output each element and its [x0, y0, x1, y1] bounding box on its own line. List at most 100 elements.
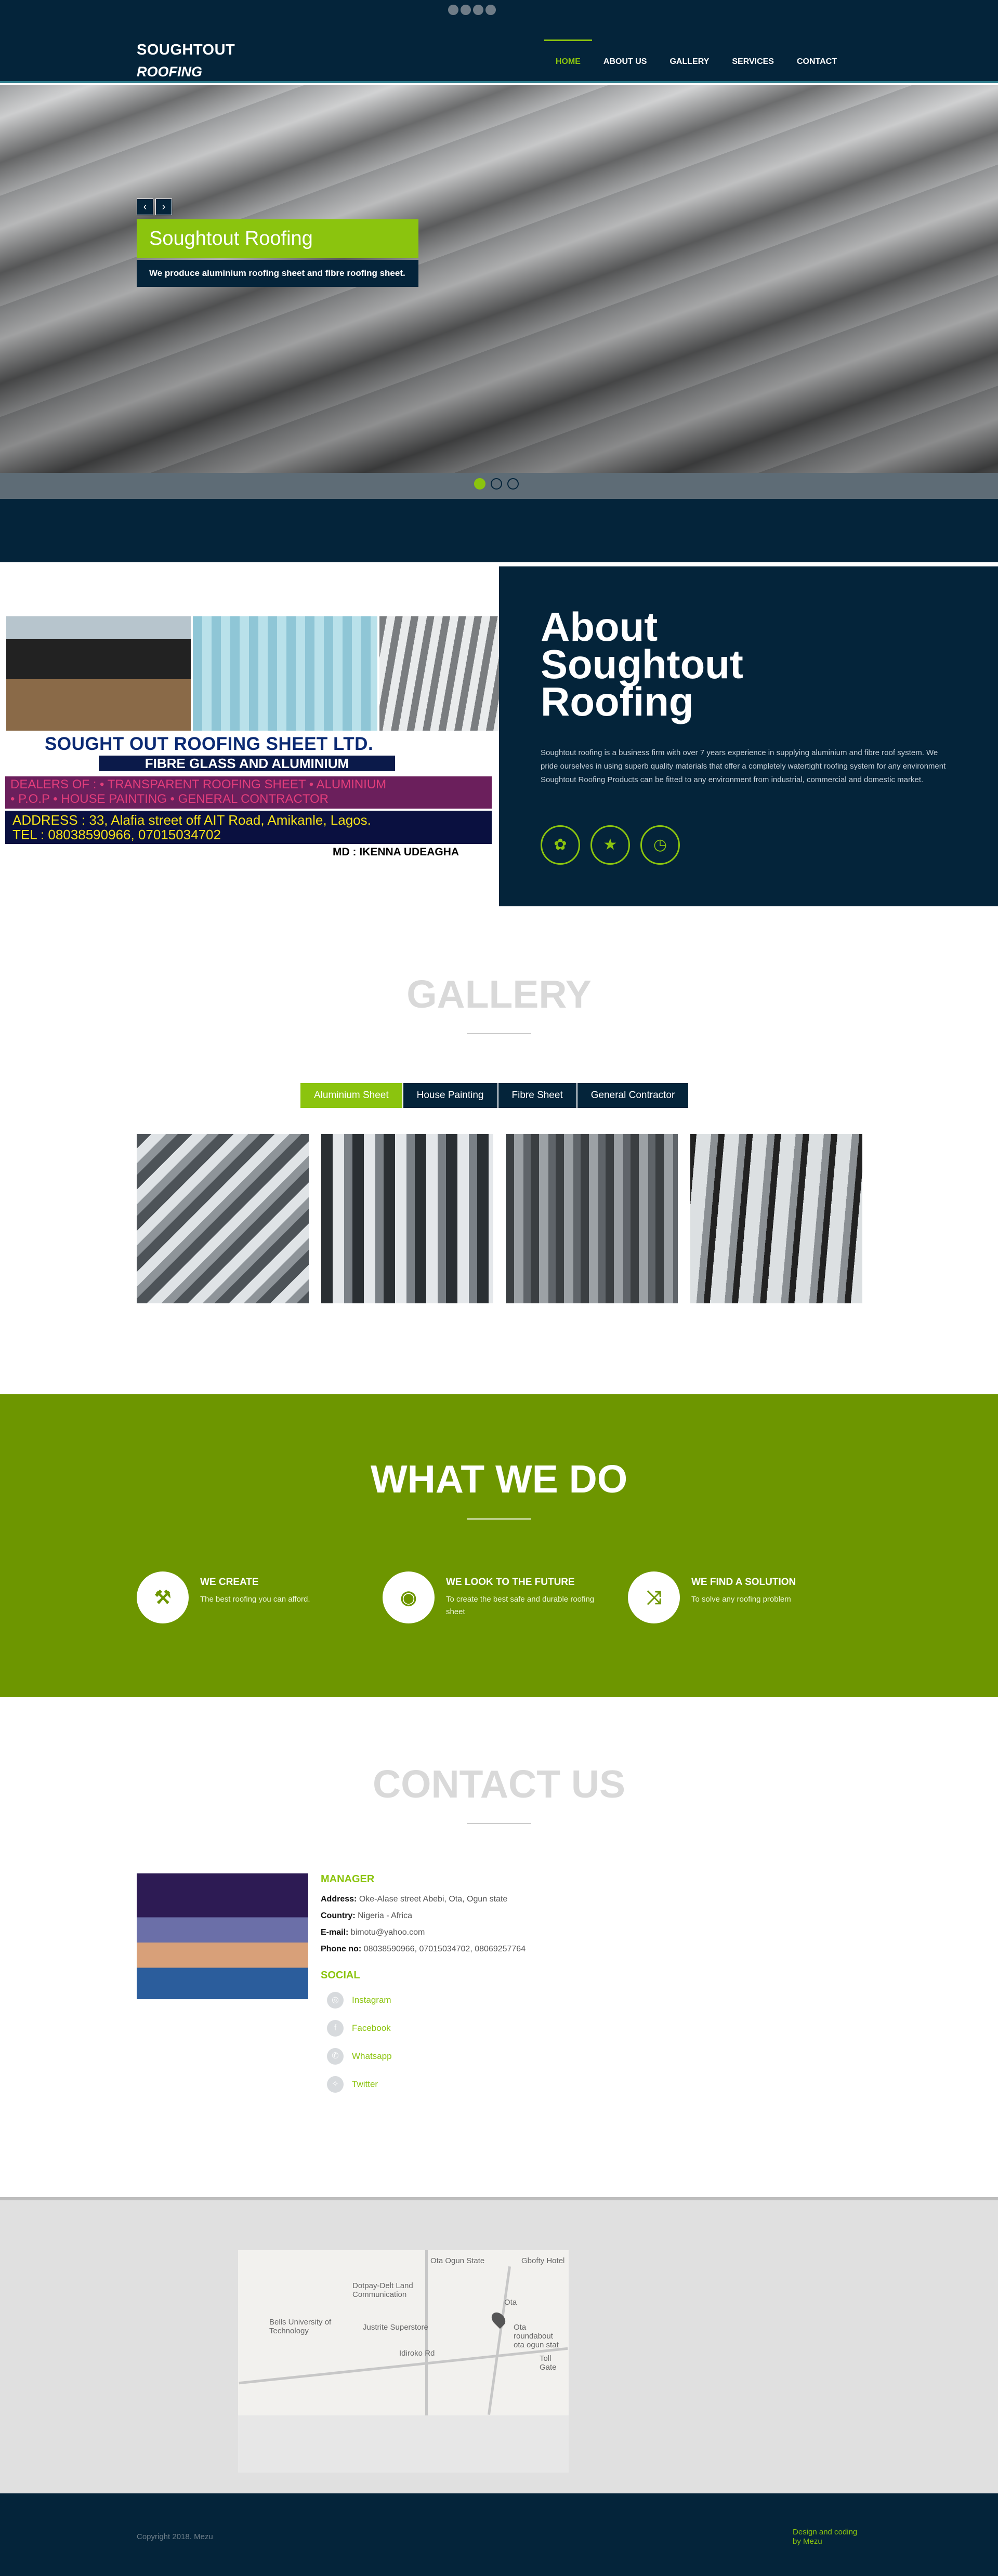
hero-title: Soughtout Roofing [137, 219, 418, 258]
main-nav: HOME ABOUT US GALLERY SERVICES CONTACT [544, 39, 848, 66]
map-road [487, 2266, 511, 2415]
what-we-do-section [0, 1394, 998, 1697]
gallery-image[interactable] [690, 1134, 862, 1303]
gallery-title-underline [467, 1033, 531, 1034]
nav-home[interactable]: HOME [544, 39, 592, 66]
gallery-image[interactable] [321, 1134, 493, 1303]
slider-dot-2[interactable] [491, 478, 502, 490]
gallery-grid [137, 1134, 862, 1303]
design-credit-line1: Design and coding [793, 2528, 858, 2537]
gallery-image[interactable] [506, 1134, 678, 1303]
leaf-icon[interactable]: ✿ [541, 825, 580, 865]
social-label: Twitter [352, 2079, 378, 2089]
facebook-icon[interactable] [448, 5, 458, 15]
tools-icon: ⚒ [137, 1571, 189, 1623]
about-text-panel: About Soughtout Roofing Soughtout roofin… [499, 566, 998, 906]
contact-title: CONTACT US [372, 1762, 626, 1806]
hero-subtitle: We produce aluminium roofing sheet and f… [137, 260, 418, 287]
instagram-icon[interactable] [485, 5, 496, 15]
clock-icon[interactable]: ◷ [640, 825, 680, 865]
phone-value: 08038590966, 07015034702, 08069257764 [363, 1945, 526, 1953]
map-label: Dotpay-Delt Land Communication [352, 2281, 413, 2299]
nav-contact[interactable]: CONTACT [785, 39, 848, 66]
feature-text: To create the best safe and durable roof… [446, 1595, 595, 1616]
manager-photo [137, 1873, 308, 1999]
map-pin-icon[interactable] [489, 2309, 508, 2329]
about-heading-line1: About [541, 604, 658, 650]
map-label: Justrite Superstore [363, 2323, 428, 2332]
eye-icon: ◉ [383, 1571, 435, 1623]
tab-general-contractor[interactable]: General Contractor [577, 1083, 689, 1108]
country-label: Country: [321, 1911, 356, 1920]
email-link[interactable]: bimotu@yahoo.com [351, 1928, 425, 1937]
map-label: Ota Ogun State [430, 2256, 485, 2265]
slider-prev-button[interactable]: ‹ [137, 199, 153, 215]
brand-logo[interactable]: SOUGHTOUT ROOFING [137, 42, 235, 80]
tab-fibre-sheet[interactable]: Fibre Sheet [498, 1083, 576, 1108]
nav-about[interactable]: ABOUT US [592, 39, 659, 66]
social-label: Instagram [352, 1995, 391, 2005]
brand-line1: SOUGHTOUT [137, 42, 235, 58]
nav-gallery[interactable]: GALLERY [658, 39, 720, 66]
nav-services[interactable]: SERVICES [720, 39, 785, 66]
copyright-text: Copyright 2018. Mezu [137, 2532, 213, 2541]
gallery-image[interactable] [137, 1134, 309, 1303]
feature-title: WE FIND A SOLUTION [691, 1577, 796, 1588]
contact-info: MANAGER Address: Oke-Alase street Abebi,… [321, 1873, 789, 2104]
social-link-facebook[interactable]: f Facebook [327, 2020, 789, 2037]
social-link-twitter[interactable]: ✧ Twitter [327, 2076, 789, 2093]
feature-title: WE LOOK TO THE FUTURE [446, 1577, 575, 1588]
slider-dot-3[interactable] [507, 478, 519, 490]
about-flyer-image: SOUGHT OUT ROOFING SHEET LTD. FIBRE GLAS… [0, 566, 564, 906]
shuffle-icon: ⤨ [628, 1571, 680, 1623]
tab-aluminium-sheet[interactable]: Aluminium Sheet [300, 1083, 402, 1108]
trophy-icon[interactable]: ★ [590, 825, 630, 865]
country-value: Nigeria - Africa [358, 1911, 413, 1920]
google-icon[interactable] [473, 5, 483, 15]
about-heading-line2: Soughtout [541, 641, 743, 687]
twitter-icon[interactable] [461, 5, 471, 15]
map-label: Ota roundabout ota ogun stat [514, 2323, 559, 2349]
feature-text: To solve any roofing problem [691, 1595, 791, 1604]
feature-text: The best roofing you can afford. [200, 1595, 310, 1604]
design-credit: Design and coding by Mezu [793, 2528, 865, 2546]
social-link-whatsapp[interactable]: ✆ Whatsapp [327, 2048, 789, 2065]
flyer-title: SOUGHT OUT ROOFING SHEET LTD. [45, 734, 374, 754]
social-link-instagram[interactable]: ◎ Instagram [327, 1992, 789, 2009]
about-heading: About Soughtout Roofing [541, 604, 743, 724]
instagram-icon: ◎ [327, 1992, 344, 2009]
whatsapp-icon: ✆ [327, 2048, 344, 2065]
flyer-photos [6, 616, 564, 731]
gallery-tabs: Aluminium Sheet House Painting Fibre She… [300, 1083, 689, 1108]
contact-title-underline [467, 1823, 531, 1824]
about-heading-line3: Roofing [541, 679, 694, 724]
map-label: Bells University of Technology [269, 2318, 332, 2335]
flyer-photo-house [6, 616, 191, 731]
what-we-do-underline [467, 1518, 531, 1520]
top-social-icons [448, 5, 496, 15]
phone-label: Phone no: [321, 1945, 362, 1953]
address-value: Oke-Alase street Abebi, Ota, Ogun state [359, 1895, 508, 1904]
flyer-address: ADDRESS : 33, Alafia street off AIT Road… [12, 812, 371, 828]
about-section: SOUGHT OUT ROOFING SHEET LTD. FIBRE GLAS… [0, 566, 998, 906]
slider-dot-1[interactable] [474, 478, 485, 490]
feature-title: WE CREATE [200, 1577, 259, 1588]
address-label: Address: [321, 1895, 357, 1904]
tab-house-painting[interactable]: House Painting [403, 1083, 497, 1108]
slider-arrows: ‹ › [137, 199, 172, 215]
social-label: Facebook [352, 2023, 391, 2033]
flyer-subtitle: FIBRE GLASS AND ALUMINIUM [99, 756, 395, 771]
twitter-icon: ✧ [327, 2076, 344, 2093]
slider-next-button[interactable]: › [155, 199, 172, 215]
slider-dots [474, 478, 519, 490]
flyer-address-box: ADDRESS : 33, Alafia street off AIT Road… [5, 811, 492, 844]
about-icons: ✿ ★ ◷ [541, 825, 680, 865]
manager-heading: MANAGER [321, 1873, 375, 1885]
map-embed[interactable]: Ota Ogun State Gbofty Hotel Dotpay-Delt … [238, 2250, 569, 2415]
flyer-dealers-line1: DEALERS OF : • TRANSPARENT ROOFING SHEET… [10, 777, 387, 791]
top-strip [0, 0, 998, 21]
flyer-md: MD : IKENNA UDEAGHA [333, 846, 459, 858]
map-label: Gbofty Hotel [521, 2256, 565, 2265]
social-heading: SOCIAL [321, 1970, 360, 1981]
map-label: Toll Gate [540, 2354, 557, 2372]
